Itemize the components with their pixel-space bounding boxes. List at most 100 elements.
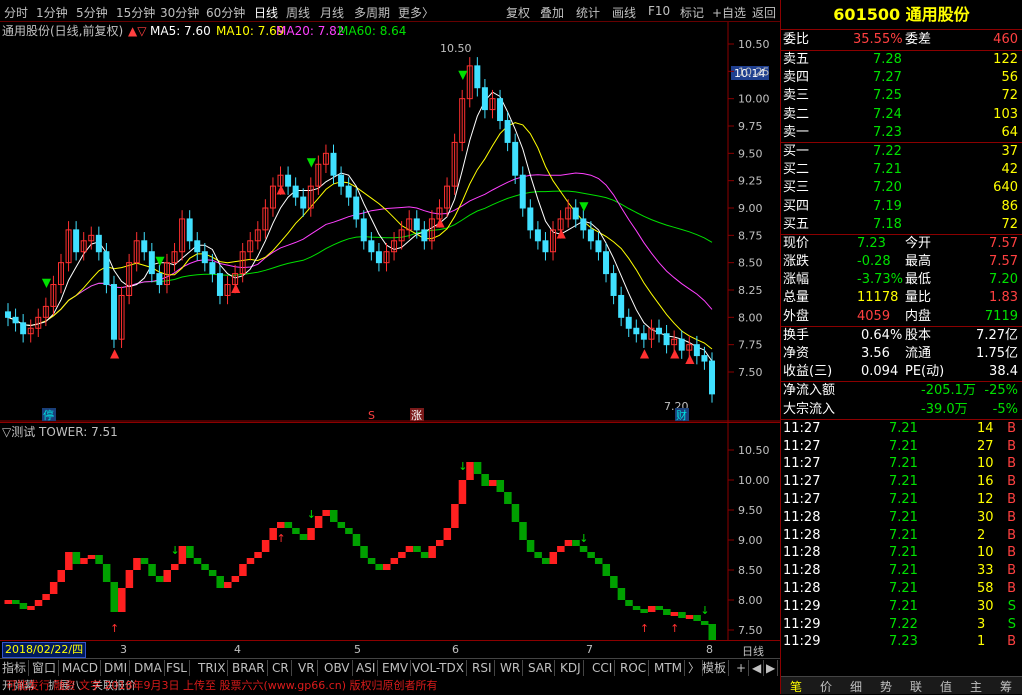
kline-chart-svg[interactable]: ▲▲▲▲▲▲ ▲ ▲▼▼▼▼▼ 通用股份(日线,前复权) ▲▽ MA5: 7.60 … (0, 22, 780, 422)
candle-body (330, 152, 337, 176)
period-5min[interactable]: 5分钟 (76, 4, 108, 21)
bid-label: 买二 (783, 162, 810, 178)
tab-cr[interactable]: CR (270, 660, 292, 676)
axis-label: 10.50 (738, 444, 770, 457)
overlay-button[interactable]: 叠加 (540, 4, 564, 21)
tab-dmi[interactable]: DMI (102, 660, 131, 676)
kline-chart[interactable]: ▲ ▲ ▲ ▲ ▲ ▲ ▲ ▲ ▼ ▼ ▼ ▼ ▼ 通用股份(日线,前复权) ▲▽ MA5: 7.60 … (0, 22, 780, 422)
cai-marker-text: 财 (676, 408, 687, 422)
buy-arrow-icon: ▲ (670, 346, 680, 360)
period-1min[interactable]: 1分钟 (36, 4, 68, 21)
axis-label: 8.50 (738, 257, 763, 270)
detail-tab[interactable]: 主 (961, 678, 991, 695)
tab-zhibiao[interactable]: 指标 (0, 660, 30, 676)
tab-cci[interactable]: CCI (590, 660, 616, 676)
detail-tab[interactable]: 价 (811, 678, 841, 695)
tab-window[interactable]: 窗口 (30, 660, 60, 676)
tab-vol-tdx[interactable]: VOL-TDX (410, 660, 467, 676)
ask-label: 卖五 (783, 52, 810, 67)
chart-title: 通用股份(日线,前复权) (2, 23, 123, 38)
tower-bar (125, 570, 134, 588)
buy-arrow-icon: ▲ (277, 182, 287, 196)
tower-bar (610, 576, 618, 588)
tick-row: 11:28 7.21 30 B (781, 509, 1022, 527)
tower-bar (307, 528, 315, 540)
tab-fsl[interactable]: FSL (164, 660, 190, 676)
tab-asi[interactable]: ASI (354, 660, 379, 676)
tower-bar (670, 612, 679, 616)
period-fenshi[interactable]: 分时 (4, 4, 28, 21)
ask-row: 卖四 7.27 56 (781, 69, 1022, 87)
stock-name: 通用股份 (905, 5, 970, 24)
tab-dma[interactable]: DMA (132, 660, 165, 676)
sell-arrow-icon: ▼ (307, 155, 317, 169)
tab-roc[interactable]: ROC (618, 660, 650, 676)
tick-side: B (1007, 634, 1016, 650)
tab-add-icon[interactable]: + (734, 660, 750, 676)
bid-volume: 37 (1001, 143, 1018, 159)
tower-bar (186, 546, 194, 558)
period-more[interactable]: 更多〉 (398, 4, 434, 21)
tab-rsi[interactable]: RSI (470, 660, 495, 676)
ting-marker-text: 停 (43, 408, 54, 422)
candle-body (95, 234, 102, 253)
tab-vr[interactable]: VR (296, 660, 318, 676)
period-monthly[interactable]: 月线 (320, 4, 344, 21)
period-weekly[interactable]: 周线 (286, 4, 310, 21)
tab-kdj[interactable]: KDJ (558, 660, 584, 676)
tab-next-icon[interactable]: ▶ (764, 660, 779, 676)
detail-tab[interactable]: 笔 (781, 678, 811, 695)
tab-trix[interactable]: TRIX (196, 660, 229, 676)
mark-button[interactable]: 标记 (680, 4, 704, 21)
tick-volume: 1 (977, 634, 986, 650)
f10-button[interactable]: F10 (648, 4, 670, 18)
ask-row: 卖五 7.28 122 (781, 51, 1022, 69)
stats-button[interactable]: 统计 (576, 4, 600, 21)
candle-body (534, 229, 541, 242)
candle-body (194, 240, 201, 253)
fuquan-button[interactable]: 复权 (506, 4, 530, 21)
tab-template[interactable]: 模板 (700, 660, 730, 676)
back-button[interactable]: 返回 (752, 4, 776, 21)
detail-tab[interactable]: 联 (901, 678, 931, 695)
sell-arrow-icon: ↓ (700, 604, 709, 617)
tower-bar (239, 564, 247, 576)
tick-volume: 2 (977, 527, 986, 543)
tower-chart-svg[interactable]: ↑ ↑ ↑ ↑ ↓ ↓ ↓ ↓ ↓ ▽测试 TOWER: 7.51 10.50 10.00 9.50… (0, 422, 780, 642)
detail-tab[interactable]: 势 (871, 678, 901, 695)
tick-price: 7.21 (889, 456, 918, 472)
period-30min[interactable]: 30分钟 (160, 4, 199, 21)
tick-price: 7.21 (889, 545, 918, 561)
tab-obv[interactable]: OBV (322, 660, 353, 676)
quote-stats: 现价 7.23 今开 7.57 涨跌 -0.28 最高 7.57 涨幅 -3.73% 最低 7.20 总… (781, 233, 1022, 326)
period-60min[interactable]: 60分钟 (206, 4, 245, 21)
detail-tab[interactable]: 值 (931, 678, 961, 695)
tower-title: ▽测试 TOWER: 7.51 (2, 424, 118, 439)
detail-tab[interactable]: 筹 (991, 678, 1021, 695)
period-multi[interactable]: 多周期 (354, 4, 390, 21)
tab-macd[interactable]: MACD (60, 660, 101, 676)
tab-mtm[interactable]: MTM (652, 660, 686, 676)
tab-prev-icon[interactable]: ◀ (750, 660, 765, 676)
tick-time: 11:28 (783, 580, 821, 596)
tab-sar[interactable]: SAR (526, 660, 556, 676)
candle-body (141, 240, 148, 253)
period-15min[interactable]: 15分钟 (116, 4, 155, 21)
date-axis: 2018/02/22/四 3 4 5 6 7 8 日线 (0, 640, 780, 658)
detail-tab[interactable]: 细 (841, 678, 871, 695)
bid-label: 买五 (783, 216, 810, 232)
tick-time: 11:27 (783, 438, 821, 454)
stat-row: 涨幅 -3.73% 最低 7.20 (781, 271, 1022, 289)
tick-list[interactable]: 11:27 7.21 14 B 11:27 7.21 27 B 11:27 7.21 10 B 11:2… (781, 418, 1022, 651)
bid-label: 买三 (783, 180, 810, 196)
add-watchlist-button[interactable]: +自选 (712, 4, 746, 21)
candle-body (20, 322, 27, 335)
period-daily[interactable]: 日线 (254, 4, 278, 21)
tab-brar[interactable]: BRAR (230, 660, 268, 676)
fund-value: 38.4 (989, 364, 1018, 380)
tower-indicator-chart[interactable]: ↑ ↑ ↑ ↑ ↓ ↓ ↓ ↓ ↓ ▽测试 TOWER: 7.51 10.50 10.00 9.50… (0, 422, 780, 642)
tower-bar (443, 528, 452, 540)
tab-wr[interactable]: WR (498, 660, 524, 676)
draw-line-button[interactable]: 画线 (612, 4, 636, 21)
tab-emv[interactable]: EMV (380, 660, 412, 676)
